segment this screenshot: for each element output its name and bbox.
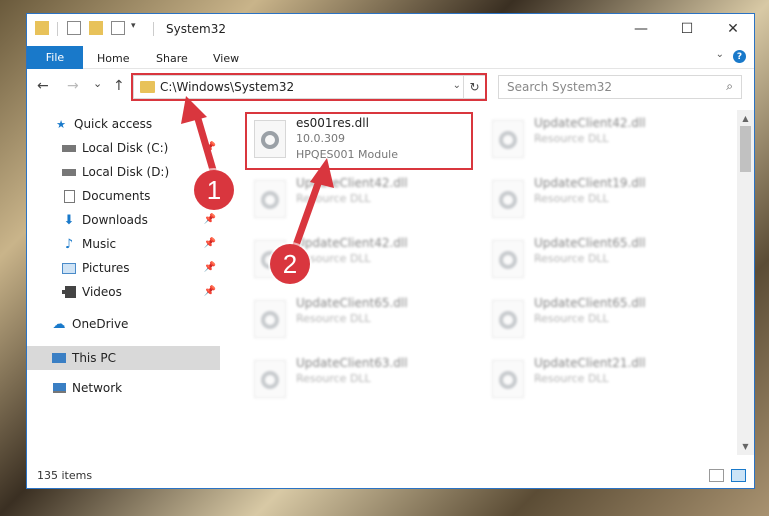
tab-file[interactable]: File	[27, 46, 83, 69]
pin-icon[interactable]: 📌	[204, 286, 216, 297]
list-item[interactable]: UpdateClient65.dll Resource DLL	[484, 292, 714, 346]
help-icon[interactable]: ?	[733, 50, 746, 63]
file-explorer-window: ▾ System32 — ☐ ✕ File Home Share View ⌄ …	[26, 13, 755, 489]
customize-qat-icon[interactable]	[111, 21, 125, 35]
drive-icon	[61, 141, 77, 155]
list-item[interactable]: UpdateClient63.dll Resource DLL	[246, 352, 476, 406]
search-icon: ⌕	[726, 79, 733, 93]
scroll-down-icon[interactable]: ▼	[737, 438, 754, 455]
videos-icon	[61, 285, 77, 299]
pin-icon[interactable]: 📌	[204, 142, 216, 153]
address-highlight-box	[131, 73, 487, 101]
dll-file-icon	[492, 300, 524, 338]
scrollbar-thumb[interactable]	[740, 126, 751, 172]
documents-icon	[61, 189, 77, 203]
folder-icon	[35, 21, 49, 35]
dll-file-icon	[254, 360, 286, 398]
gear-icon	[261, 191, 279, 209]
up-button[interactable]: ↑	[113, 78, 125, 94]
music-icon: ♪	[64, 236, 74, 252]
cloud-icon: ☁	[52, 316, 66, 332]
search-input[interactable]: Search System32	[507, 80, 612, 94]
list-item[interactable]: UpdateClient65.dll Resource DLL	[246, 292, 476, 346]
sidebar-item-this-pc[interactable]: This PC	[27, 346, 220, 370]
sidebar-item-local-disk-c[interactable]: Local Disk (C:) 📌	[27, 136, 220, 160]
tab-share[interactable]: Share	[156, 52, 188, 65]
file-highlight-box	[245, 112, 473, 170]
gear-icon	[261, 371, 279, 389]
list-item[interactable]: UpdateClient65.dll Resource DLL	[484, 232, 714, 286]
gear-icon	[499, 191, 517, 209]
status-bar: 135 items	[27, 464, 754, 488]
list-item[interactable]: UpdateClient42.dll Resource DLL	[484, 112, 714, 166]
ribbon-tabs: File Home Share View ⌄ ?	[27, 44, 754, 69]
pin-icon[interactable]: 📌	[204, 214, 216, 225]
gear-icon	[499, 251, 517, 269]
list-item[interactable]: UpdateClient19.dll Resource DLL	[484, 172, 714, 226]
dll-file-icon	[492, 240, 524, 278]
sidebar-item-pictures[interactable]: Pictures 📌	[27, 256, 220, 280]
address-row: ← → ⌄ ↑ C:\Windows\System32 ⌄ ↻ Search S…	[27, 70, 754, 104]
gear-icon	[499, 371, 517, 389]
drive-icon	[61, 165, 77, 179]
maximize-button[interactable]: ☐	[664, 14, 710, 44]
sidebar-item-music[interactable]: ♪ Music 📌	[27, 232, 220, 256]
recent-locations-button[interactable]: ⌄	[93, 77, 102, 90]
sidebar-item-network[interactable]: Network	[27, 376, 220, 400]
sidebar-item-onedrive[interactable]: ☁ OneDrive	[27, 312, 220, 336]
item-count: 135 items	[37, 469, 93, 482]
step-badge-2: 2	[270, 244, 310, 284]
navigation-pane: ★ Quick access Local Disk (C:) 📌 Local D…	[27, 110, 220, 455]
tab-view[interactable]: View	[213, 52, 239, 65]
sidebar-item-quick-access[interactable]: ★ Quick access	[27, 112, 220, 136]
dll-file-icon	[254, 300, 286, 338]
step-badge-1: 1	[194, 170, 234, 210]
dll-file-icon	[492, 120, 524, 158]
sidebar-item-local-disk-d[interactable]: Local Disk (D:)	[27, 160, 220, 184]
download-icon: ⬇	[63, 212, 75, 228]
list-item[interactable]: UpdateClient42.dll Resource DLL	[246, 172, 476, 226]
expand-ribbon-icon[interactable]: ⌄	[716, 49, 724, 60]
new-folder-icon[interactable]	[89, 21, 103, 35]
title-bar: ▾ System32 — ☐ ✕	[27, 14, 754, 44]
dll-file-icon	[492, 180, 524, 218]
sidebar-item-videos[interactable]: Videos 📌	[27, 280, 220, 304]
back-button[interactable]: ←	[37, 78, 49, 94]
computer-icon	[51, 351, 67, 365]
star-icon: ★	[56, 117, 66, 131]
vertical-scrollbar[interactable]: ▲ ▼	[737, 110, 754, 455]
qat-dropdown-icon[interactable]: ▾	[131, 21, 136, 31]
minimize-button[interactable]: —	[618, 14, 664, 44]
sidebar-item-documents[interactable]: Documents 📌	[27, 184, 220, 208]
pictures-icon	[61, 261, 77, 275]
gear-icon	[499, 131, 517, 149]
scroll-up-icon[interactable]: ▲	[737, 110, 754, 127]
dll-file-icon	[492, 360, 524, 398]
close-button[interactable]: ✕	[710, 14, 754, 44]
properties-icon[interactable]	[67, 21, 81, 35]
details-view-icon[interactable]	[709, 469, 724, 482]
gear-icon	[261, 311, 279, 329]
gear-icon	[499, 311, 517, 329]
network-icon	[51, 381, 67, 395]
tab-home[interactable]: Home	[97, 52, 129, 65]
tiles-view-icon[interactable]	[731, 469, 746, 482]
list-item[interactable]: UpdateClient21.dll Resource DLL	[484, 352, 714, 406]
search-box[interactable]: Search System32 ⌕	[498, 75, 742, 99]
dll-file-icon	[254, 180, 286, 218]
pin-icon[interactable]: 📌	[204, 238, 216, 249]
forward-button[interactable]: →	[67, 78, 79, 94]
window-title: System32	[166, 22, 227, 36]
pin-icon[interactable]: 📌	[204, 262, 216, 273]
sidebar-item-downloads[interactable]: ⬇ Downloads 📌	[27, 208, 220, 232]
